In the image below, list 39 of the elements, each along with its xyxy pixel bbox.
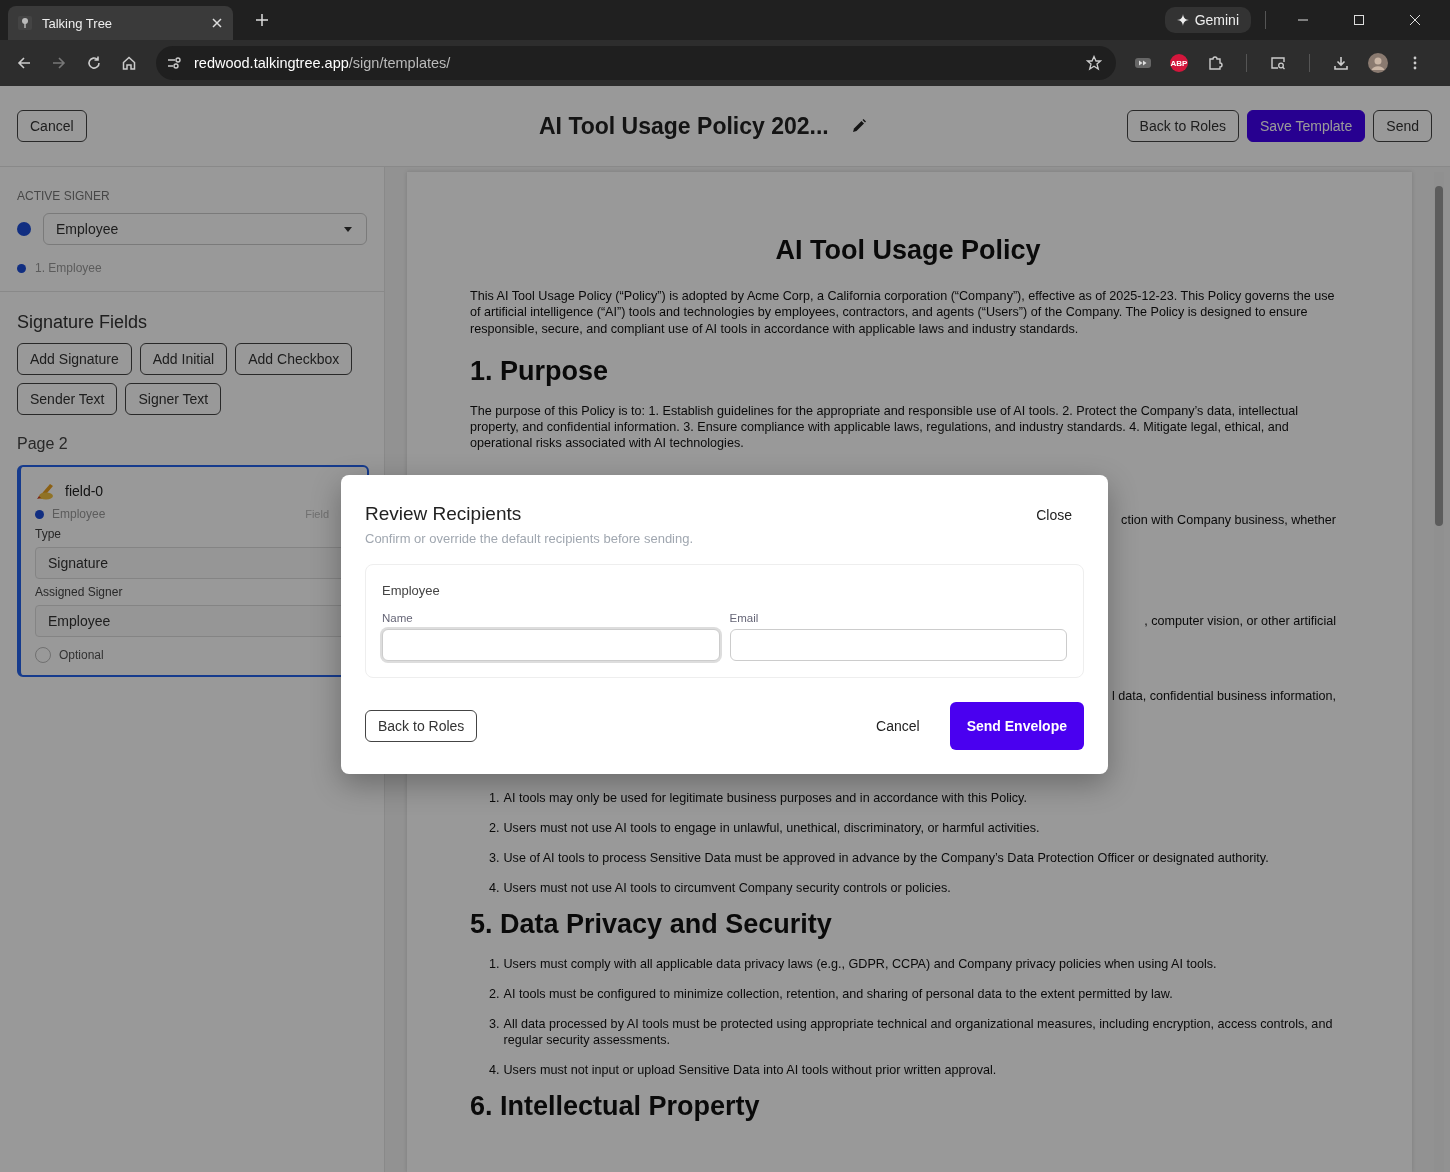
list-item: AI tools may only be used for legitimate business purposes and in accordance with this Policy. (503, 789, 1027, 806)
list-number: 1. (489, 955, 500, 973)
paragraph: The purpose of this Policy is to: 1. Establish guidelines for the appropriate and responsible use of AI tools. 2. Protect the Company’s data, intellectual property, and confidential information. 3. Ensure compliance with applicable laws, regulations, and industry standards. 4. Mitigate legal, ethical, and operational risks associated with AI technologies. (470, 402, 1299, 452)
list-number: 2. (489, 819, 500, 836)
optional-label: Optional (59, 648, 104, 662)
list-item: Users must comply with all applicable data privacy laws (e.g., GDPR, CCPA) and Company privacy policies when using AI tools. (503, 955, 1217, 973)
section-heading: 6. Intellectual Property (470, 1090, 761, 1123)
list-item: Use of AI tools to process Sensitive Data must be approved in advance by the Company’s Data Protection Officer or designated authority. (503, 849, 1269, 866)
field-signer: Employee (52, 507, 106, 521)
paragraph-fragment: , computer vision, or other artificial (1144, 614, 1336, 629)
paragraph: This AI Tool Usage Policy (“Policy”) is adopted by Acme Corp, a California corporation (“Company”), effective as of 2025-12-23. This Policy governs the use of artificial intelligence (“AI”) tools and technologies by employees, contractors, and agents (“Users”) of the Company. The Policy is designed to ensure responsible, secure, and compliant use of AI tools in accordance with applicable laws and industry standards. (470, 288, 1336, 337)
list-item: AI tools must be configured to minimize collection, retention, and sharing of personal data to the extent permitted by law. (503, 985, 1173, 1003)
template-title: AI Tool Usage Policy 202... (539, 112, 829, 140)
list-number: 4. (489, 879, 500, 896)
email-label: Email (729, 612, 760, 624)
list-item: Users must not input or upload Sensitive Data into AI tools without prior written approval. (503, 1062, 997, 1079)
section-title: Signature Fields (17, 312, 149, 333)
paragraph-fragment: l data, confidential business information, (1111, 689, 1336, 704)
section-heading: 1. Purpose (470, 354, 610, 387)
field-name: field-0 (65, 483, 104, 499)
page-label: Page 2 (17, 435, 69, 453)
section-label: ACTIVE SIGNER (17, 189, 111, 203)
section-heading: 5. Data Privacy and Security (470, 907, 833, 940)
list-number: 3. (489, 849, 500, 866)
type-label: Type (35, 527, 62, 541)
list-item: All data processed by AI tools must be protected using appropriate technical and organizational measures, including encryption, access controls, and regular security assessments. (503, 1015, 1334, 1049)
assigned-signer-label: Assigned Signer (35, 585, 124, 599)
recipient-role: Employee (382, 583, 441, 598)
list-item: Users must not use AI tools to engage in unlawful, unethical, discriminatory, or harmful activities. (503, 819, 1040, 836)
list-number: 4. (489, 1062, 500, 1079)
list-number: 2. (489, 985, 500, 1003)
list-number: 3. (489, 1015, 500, 1033)
list-item: Users must not use AI tools to circumvent Company security controls or policies. (503, 879, 951, 896)
signer-label: 1. Employee (35, 261, 102, 275)
name-label: Name (382, 612, 414, 624)
url-text: redwood.talkingtree.app/sign/templates/ (194, 55, 451, 71)
list-number: 1. (489, 789, 500, 806)
document-title: AI Tool Usage Policy (774, 234, 1042, 266)
paragraph-fragment: ction with Company business, whether (1121, 512, 1336, 527)
